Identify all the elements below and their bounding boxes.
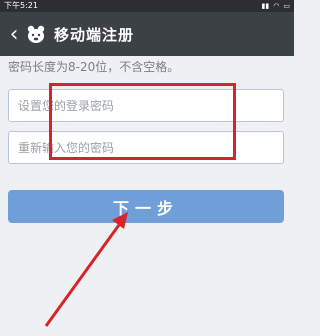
annotation-arrow [44, 212, 128, 327]
annotation-arrow-head [112, 212, 128, 229]
annotation-arrow-line [44, 217, 126, 327]
